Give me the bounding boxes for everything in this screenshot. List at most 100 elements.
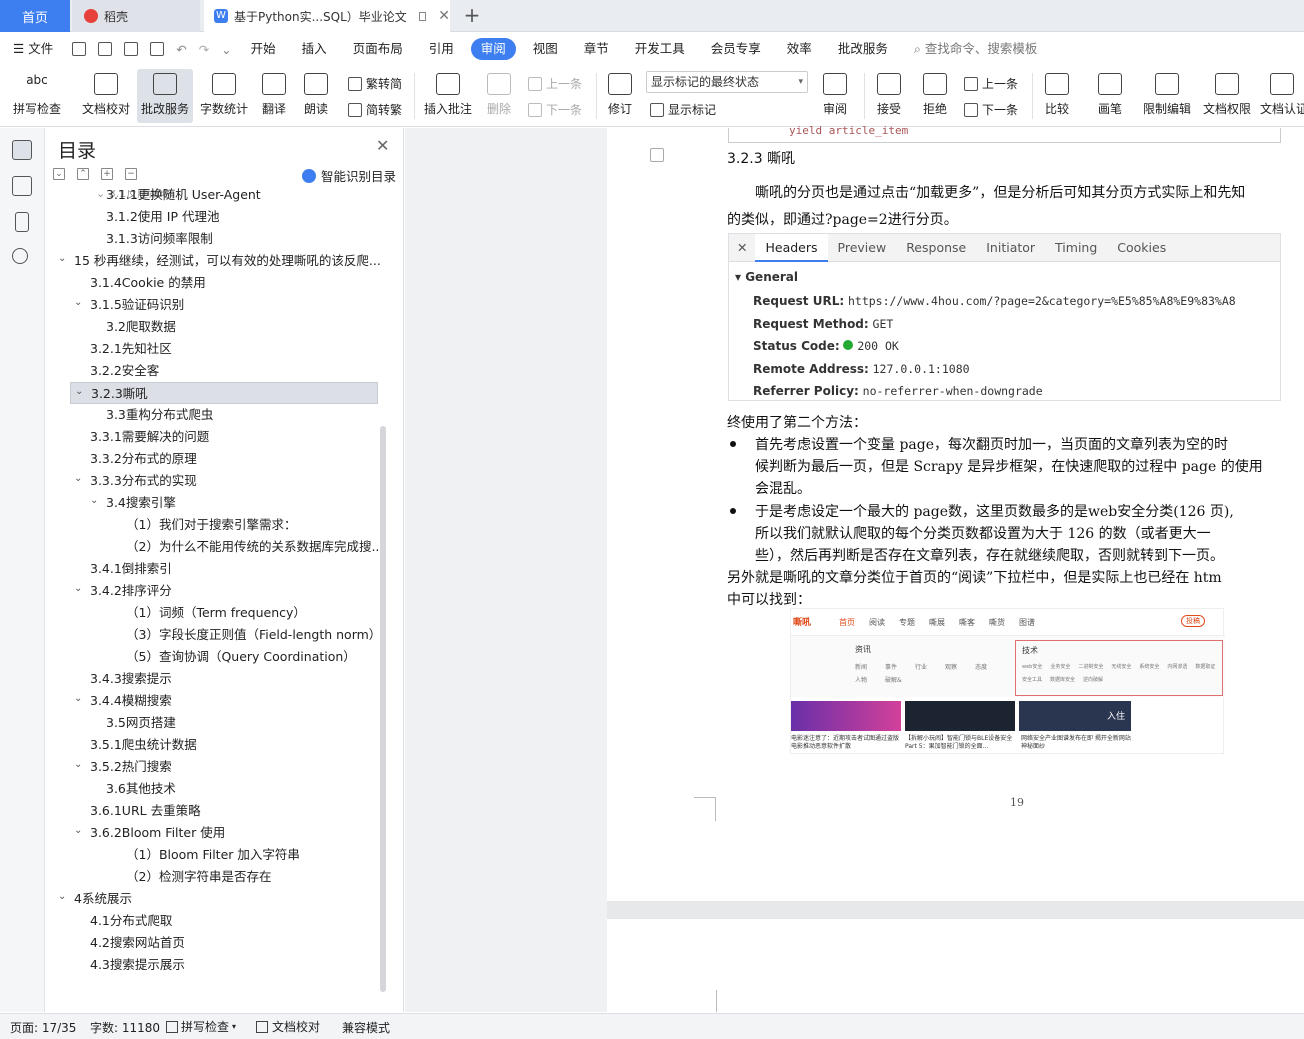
revise-button[interactable]: 修订 (602, 69, 638, 123)
insert-comment-button[interactable]: 插入批注 (422, 69, 474, 123)
pen-button[interactable]: 画笔 (1092, 69, 1128, 123)
new-tab-button[interactable]: + (460, 4, 484, 28)
toc-item[interactable]: 3.5.1爬虫统计数据 (46, 734, 380, 756)
close-icon[interactable]: ✕ (438, 8, 450, 24)
menu-review[interactable]: 审阅 (470, 38, 516, 60)
document-page[interactable] (607, 919, 1304, 1012)
chevron-down-icon[interactable]: ⌄ (58, 250, 66, 270)
save-icon[interactable] (72, 42, 87, 56)
toc-item[interactable]: 3.2.2安全客 (46, 360, 380, 382)
undo-icon[interactable]: ↶ (176, 42, 186, 57)
menu-efficiency[interactable]: 效率 (774, 38, 825, 60)
toc-item[interactable]: （3）字段长度正则值（Field-length norm） (46, 624, 380, 646)
menu-correct[interactable]: 批改服务 (825, 38, 901, 60)
toc-item[interactable]: （2）检测字符串是否存在 (46, 866, 380, 888)
toc-item[interactable]: 3.3.1需要解决的问题 (46, 426, 380, 448)
toc-item[interactable]: 3.3.2分布式的原理 (46, 448, 380, 470)
toc-item[interactable]: ⌄ 3.2.3嘶吼 (70, 382, 378, 404)
correct-service-button[interactable]: 批改服务 (137, 69, 193, 123)
toc-item[interactable]: 3.1.2使用 IP 代理池 (46, 206, 380, 228)
smart-toc-button[interactable]: 智能识别目录 (302, 166, 396, 185)
doc-check-status[interactable]: 文档校对 (256, 1018, 320, 1035)
collapse-icon[interactable]: ⌄ (53, 168, 65, 180)
doc-check-button[interactable]: 文档校对 (78, 69, 134, 123)
toc-item[interactable]: 3.4.1倒排索引 (46, 558, 380, 580)
toc-panel-icon[interactable] (12, 140, 32, 160)
next-change-button[interactable]: 下一条 (964, 101, 1018, 118)
toc-item[interactable]: ⌄ 3.3.3分布式的实现 (46, 470, 380, 492)
redo-icon[interactable]: ↷ (199, 42, 209, 57)
page-indicator[interactable]: 页面: 17/35 (10, 1019, 76, 1036)
toc-item[interactable]: 4.3搜索提示展示 (46, 954, 380, 976)
s2t-button[interactable]: 简转繁 (348, 101, 402, 118)
chevron-down-icon[interactable]: ⌄ (75, 383, 83, 403)
chevron-down-icon[interactable]: ⌄ (74, 690, 82, 710)
restrict-edit-button[interactable]: 限制编辑 (1140, 69, 1194, 123)
toc-item[interactable]: 3.6其他技术 (46, 778, 380, 800)
reject-button[interactable]: 拒绝 (916, 69, 954, 123)
toc-item[interactable]: ⌄ 3.5.2热门搜索 (46, 756, 380, 778)
delete-comment-button[interactable]: 删除 (482, 69, 516, 123)
menu-start[interactable]: 开始 (238, 38, 289, 60)
menu-member[interactable]: 会员专享 (698, 38, 774, 60)
nav-panel-icon[interactable] (12, 176, 32, 196)
menu-chapter[interactable]: 章节 (571, 38, 622, 60)
command-search[interactable]: ⌕ 查找命令、搜索模板 (901, 38, 1051, 60)
bookmark-icon[interactable] (15, 212, 29, 232)
menu-insert[interactable]: 插入 (289, 38, 340, 60)
doc-cert-button[interactable]: 文档认证 (1260, 69, 1304, 123)
word-count-indicator[interactable]: 字数: 11180 (90, 1019, 160, 1036)
chevron-down-icon[interactable]: ⌄ (74, 756, 82, 776)
add-level-icon[interactable]: + (101, 168, 113, 180)
toc-item[interactable]: 3.1.3访问频率限制 (46, 228, 380, 250)
show-marks-button[interactable]: 显示标记 (650, 101, 716, 118)
toc-item[interactable]: 3.1.4Cookie 的禁用 (46, 272, 380, 294)
paragraph-tool-icon[interactable] (650, 148, 664, 162)
toc-item[interactable]: 3.2爬取数据 (46, 316, 380, 338)
tab-document[interactable]: W 基于Python实...SQL）毕业论文 ✕ (204, 0, 450, 32)
compare-button[interactable]: 比较 (1038, 69, 1076, 123)
translate-button[interactable]: 翻译 (256, 69, 292, 123)
monitor-icon[interactable] (418, 11, 427, 21)
prev-change-button[interactable]: 上一条 (964, 75, 1018, 92)
toc-item[interactable]: ⌄ 3.4搜索引擎 (46, 492, 380, 514)
export-icon[interactable] (98, 42, 113, 56)
toc-item[interactable]: （2）为什么不能用传统的关系数据库完成搜... (46, 536, 380, 558)
mark-state-select[interactable]: 显示标记的最终状态 ▾ (646, 71, 808, 93)
chevron-down-icon[interactable]: ⌄ (74, 294, 82, 314)
toc-item[interactable]: ⌄ 3.6.2Bloom Filter 使用 (46, 822, 380, 844)
toc-scrollbar[interactable] (380, 426, 386, 992)
toc-item[interactable]: 3.2.1先知社区 (46, 338, 380, 360)
print-icon[interactable] (124, 42, 139, 56)
t2s-button[interactable]: 繁转简 (348, 75, 402, 92)
toc-item[interactable]: 4.2搜索网站首页 (46, 932, 380, 954)
doc-permission-button[interactable]: 文档权限 (1200, 69, 1254, 123)
read-aloud-button[interactable]: 朗读 (300, 69, 332, 123)
next-comment-button[interactable]: 下一条 (528, 101, 582, 118)
close-icon[interactable]: ✕ (376, 136, 389, 155)
spell-check-button[interactable]: abc 拼写检查 (8, 69, 66, 123)
chevron-down-icon[interactable]: ⌄ (74, 822, 82, 842)
remove-level-icon[interactable]: − (125, 168, 137, 180)
menu-devtools[interactable]: 开发工具 (622, 38, 698, 60)
toc-item[interactable]: （5）查询协调（Query Coordination） (46, 646, 380, 668)
toc-item[interactable]: （1）词频（Term frequency） (46, 602, 380, 624)
toc-item[interactable]: 3.4.3搜索提示 (46, 668, 380, 690)
accept-button[interactable]: 接受 (870, 69, 908, 123)
chevron-down-icon[interactable]: ⌄ (58, 888, 66, 908)
toc-item[interactable]: 3.5网页搭建 (46, 712, 380, 734)
menu-view[interactable]: 视图 (520, 38, 571, 60)
toc-item[interactable]: ⌄ 3.1.5验证码识别 (46, 294, 380, 316)
tab-daoke[interactable]: 稻壳 (72, 0, 200, 32)
hamburger-menu[interactable]: ☰ 文件 (0, 38, 66, 60)
chevron-down-icon[interactable]: ⌄ (74, 470, 82, 490)
menu-layout[interactable]: 页面布局 (340, 38, 416, 60)
toc-item[interactable]: 4.1分布式爬取 (46, 910, 380, 932)
toc-item[interactable]: 3.3重构分布式爬虫 (46, 404, 380, 426)
review-pane-button[interactable]: 审阅 (816, 69, 854, 123)
toc-item[interactable]: ⌄ 3.4.2排序评分 (46, 580, 380, 602)
toc-item[interactable]: 3.1.1更换随机 User-Agent (46, 184, 380, 206)
toc-item[interactable]: （1）Bloom Filter 加入字符串 (46, 844, 380, 866)
word-count-button[interactable]: 字数统计 (197, 69, 251, 123)
search-icon[interactable] (12, 248, 28, 264)
